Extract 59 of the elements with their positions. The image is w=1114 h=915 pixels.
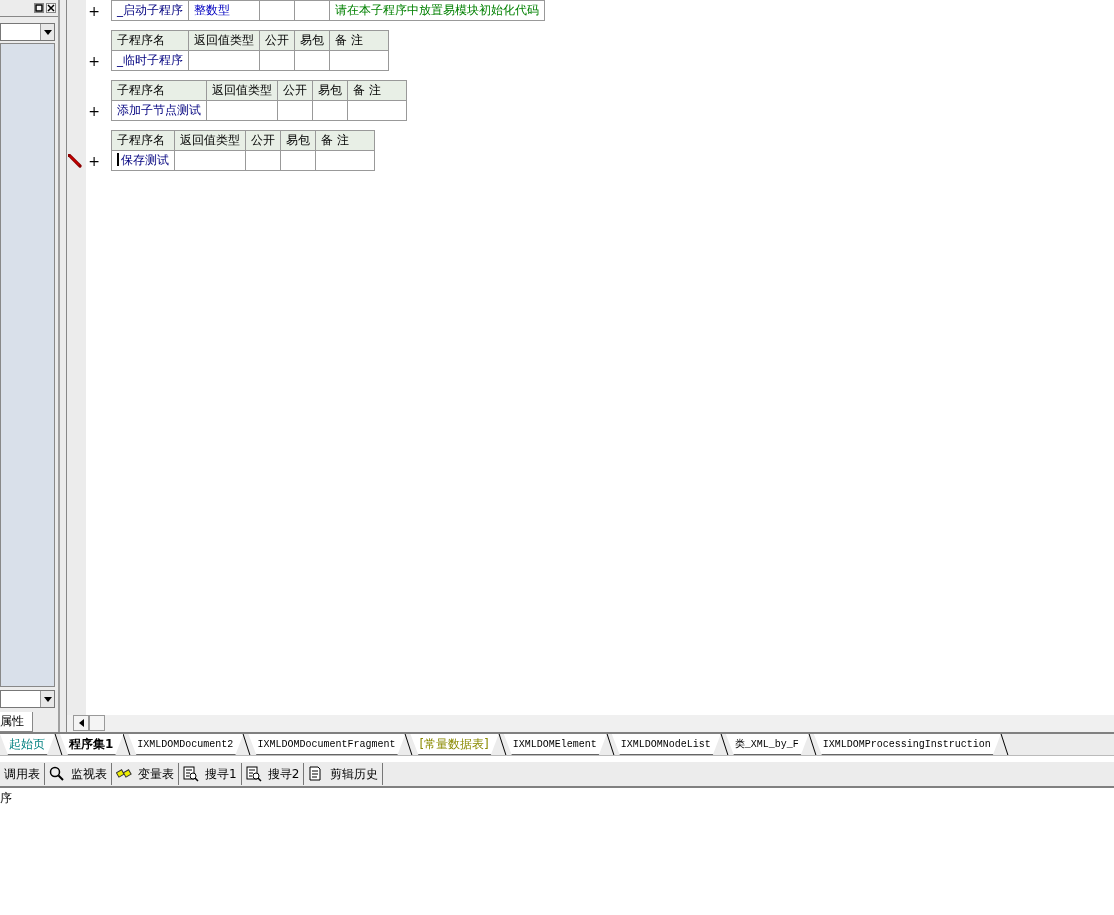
search-icon	[49, 766, 65, 782]
document-tab[interactable]: [常量数据表]	[410, 734, 499, 755]
remark-cell: 请在本子程序中放置易模块初始化代码	[329, 0, 545, 21]
find-document-icon	[183, 766, 199, 782]
dropdown-field[interactable]	[0, 690, 55, 708]
dropdown-arrow-icon	[43, 29, 52, 35]
expand-button[interactable]: +	[88, 151, 100, 171]
column-header: 公开	[245, 130, 281, 151]
document-tab[interactable]: 类_XML_by_F	[725, 734, 809, 755]
name-cell[interactable]: 添加子节点测试	[111, 100, 207, 121]
panel-tab[interactable]: 属性	[0, 712, 33, 732]
name-cell[interactable]: 保存测试	[111, 150, 175, 171]
column-header: 子程序名	[111, 80, 207, 101]
toolbar-button[interactable]: 变量表	[112, 763, 179, 785]
type-cell: 整数型	[188, 0, 260, 21]
expand-button[interactable]: +	[88, 1, 100, 21]
toolbar-button[interactable]: 搜寻2	[241, 763, 305, 785]
document-tab[interactable]: 起始页	[0, 734, 55, 755]
document-tab[interactable]: 程序集1	[60, 734, 124, 755]
close-button[interactable]	[46, 3, 56, 13]
column-header: 返回值类型	[206, 80, 278, 101]
column-header: 易包	[312, 80, 348, 101]
dropdown-field[interactable]	[0, 23, 55, 41]
expand-button[interactable]: +	[88, 101, 100, 121]
toolbar-button[interactable]: 监视表	[45, 763, 112, 785]
scroll-left-button[interactable]	[73, 715, 89, 731]
column-header: 备 注	[315, 130, 375, 151]
column-header: 公开	[277, 80, 313, 101]
restore-icon	[35, 4, 43, 12]
scrollbar-thumb[interactable]	[89, 715, 105, 731]
column-header: 易包	[294, 30, 330, 51]
document-tab[interactable]: IXMLDOMDocumentFragment	[248, 734, 406, 755]
document-tab[interactable]: IXMLDOMNodeList	[611, 734, 721, 755]
column-header: 易包	[280, 130, 316, 151]
dropdown-button[interactable]	[40, 24, 54, 40]
toolbar-button[interactable]: 剪辑历史	[304, 763, 384, 785]
left-arrow-icon	[78, 719, 84, 727]
restore-button[interactable]	[34, 3, 44, 13]
column-header: 返回值类型	[188, 30, 260, 51]
document-tab[interactable]: IXMLDOMElement	[503, 734, 607, 755]
document-tab[interactable]: IXMLDOMDocument2	[128, 734, 244, 755]
name-cell[interactable]: _临时子程序	[111, 50, 189, 71]
pencil-icon	[68, 154, 82, 168]
dropdown-button[interactable]	[40, 691, 54, 707]
name-cell[interactable]: _启动子程序	[111, 0, 189, 21]
column-header: 子程序名	[111, 30, 189, 51]
close-icon	[47, 4, 55, 12]
column-header: 返回值类型	[174, 130, 246, 151]
find-document-icon	[245, 766, 262, 782]
status-text: 序	[0, 790, 13, 807]
column-header: 备 注	[329, 30, 389, 51]
toolbar-button[interactable]: 调用表	[0, 763, 45, 785]
column-header: 公开	[259, 30, 295, 51]
column-header: 子程序名	[111, 130, 175, 151]
expand-button[interactable]: +	[88, 51, 100, 71]
document-tab[interactable]: IXMLDOMProcessingInstruction	[813, 734, 1001, 755]
column-header: 备 注	[347, 80, 407, 101]
dropdown-arrow-icon	[43, 696, 52, 702]
toolbar-button[interactable]: 搜寻1	[179, 763, 242, 785]
